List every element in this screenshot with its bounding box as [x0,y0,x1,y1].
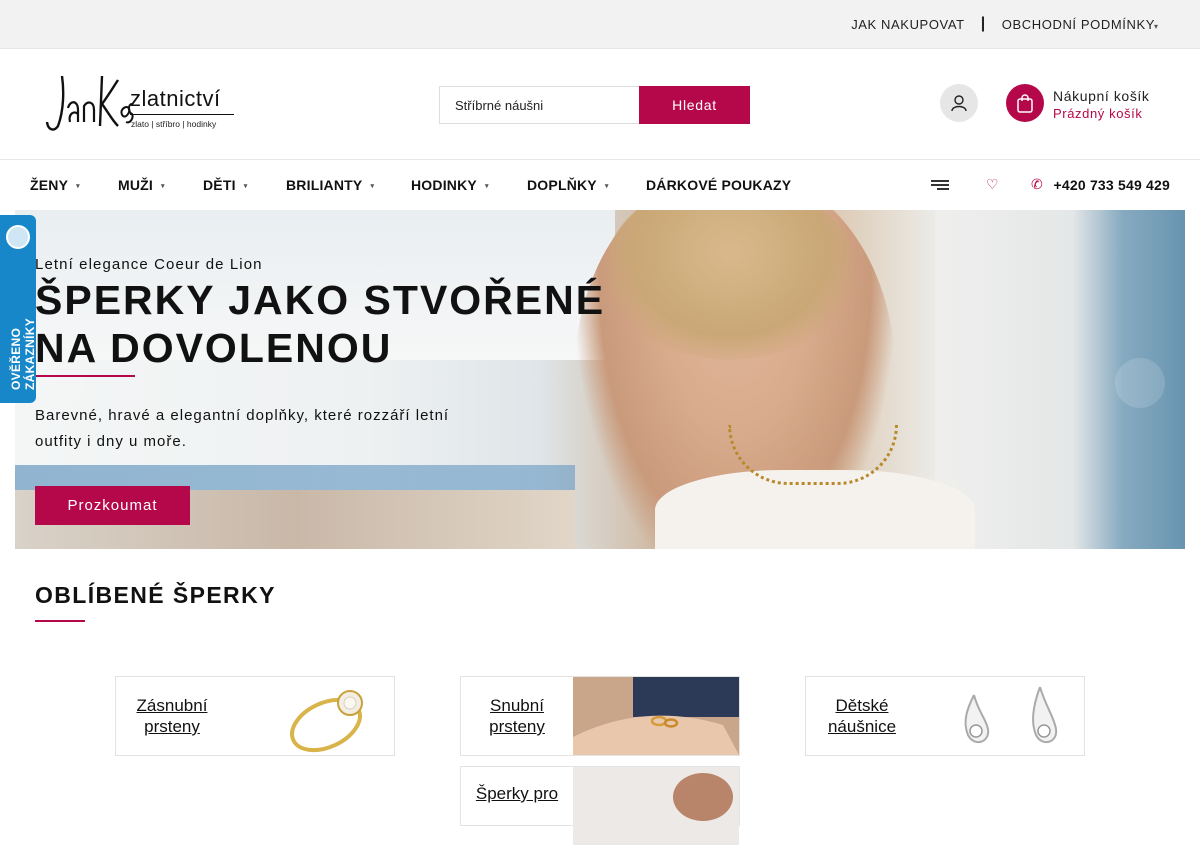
nav-label: BRILIANTY [286,177,363,193]
hero-kicker: Letní elegance Coeur de Lion [35,256,263,273]
nav-label: DOPLŇKY [527,177,597,193]
section-divider [35,620,85,622]
chevron-down-icon[interactable]: ▾ [1154,22,1158,31]
cart-status: Prázdný košík [1053,106,1143,121]
nav-item-doplnky[interactable]: DOPLŇKY ▾ [527,177,609,193]
menu-icon[interactable] [931,180,949,190]
hero-divider [35,375,135,377]
account-button[interactable] [940,84,978,122]
logo-tagline: zlato | stříbro | hodinky [131,119,217,129]
wedding-rings-image [573,677,739,755]
nav-label: ŽENY [30,177,69,193]
heart-icon[interactable]: ♡ [986,176,999,192]
nav-item-gift-vouchers[interactable]: DÁRKOVÉ POUKAZY [646,177,791,193]
category-card-jewelry-for[interactable]: Šperky pro [460,766,740,845]
chevron-down-icon: ▾ [161,183,165,190]
section-title: OBLÍBENÉ ŠPERKY [35,582,276,608]
hero-description: Barevné, hravé a elegantní doplňky, kter… [35,407,450,450]
category-card-engagement-rings[interactable]: Zásnubní prsteny [115,676,395,756]
category-card-kids-earrings[interactable]: Dětské náušnice [805,676,1085,756]
explore-button[interactable]: Prozkoumat [35,486,190,525]
header: zlatnictví zlato | stříbro | hodinky Hle… [0,50,1200,160]
top-bar: JAK NAKUPOVAT | OBCHODNÍ PODMÍNKY ▾ [0,0,1200,49]
category-label[interactable]: Zásnubní prsteny [116,677,228,755]
phone-number[interactable]: +420 733 549 429 [1054,177,1170,193]
nav-item-deti[interactable]: DĚTI ▾ [203,177,247,193]
search-bar: Hledat [439,86,750,124]
chevron-down-icon: ▾ [484,183,489,190]
nav-label: MUŽI [118,177,154,193]
logo-brand: zlatnictví [130,86,221,111]
signature-logo [45,75,134,131]
user-icon [951,95,967,112]
carousel-next-button[interactable] [1115,358,1165,408]
category-label[interactable]: Snubní prsteny [461,677,573,755]
nav-label: HODINKY [411,177,477,193]
chevron-down-icon: ▾ [370,183,375,190]
nav-item-brilianty[interactable]: BRILIANTY ▾ [286,177,374,193]
top-links: JAK NAKUPOVAT | OBCHODNÍ PODMÍNKY [851,15,1155,33]
shopping-bag-icon [1017,94,1033,113]
chevron-down-icon: ▾ [604,183,609,190]
jewelry-image [573,767,739,845]
cart-title: Nákupní košík [1053,88,1150,104]
chevron-down-icon: ▾ [76,183,80,190]
nav-item-zeny[interactable]: ŽENY ▾ [30,177,80,193]
logo[interactable]: zlatnictví zlato | stříbro | hodinky [44,70,244,140]
nav-label: DĚTI [203,177,236,193]
chevron-down-icon: ▾ [243,183,248,190]
nav-label: DÁRKOVÉ POUKAZY [646,177,792,193]
main-nav: ŽENY ▾ MUŽI ▾ DĚTI ▾ BRILIANTY ▾ HODINKY ▾ DO… [0,161,1200,209]
cart-button[interactable] [1006,84,1044,122]
logo-divider [130,114,234,115]
link-separator: | [980,15,986,32]
search-input[interactable] [439,86,639,124]
cart-summary[interactable]: Nákupní košík Prázdný košík [1053,88,1150,122]
category-card-wedding-rings[interactable]: Snubní prsteny [460,676,740,756]
hero-title: ŠPERKY JAKO STVOŘENÉ NA DOVOLENOU [35,277,606,371]
nav-item-muzi[interactable]: MUŽI ▾ [118,177,165,193]
link-terms[interactable]: OBCHODNÍ PODMÍNKY [1002,17,1155,32]
earrings-image [964,686,1058,744]
link-how-to-shop[interactable]: JAK NAKUPOVAT [851,17,965,32]
nav-item-hodinky[interactable]: HODINKY ▾ [411,177,489,193]
search-button[interactable]: Hledat [639,86,750,124]
hero-banner: Letní elegance Coeur de Lion ŠPERKY JAKO… [15,210,1185,549]
category-label[interactable]: Šperky pro [461,767,573,845]
ring-image [290,690,363,753]
category-label[interactable]: Dětské náušnice [806,677,918,755]
seal-icon [6,225,30,249]
phone-icon: ✆ [1031,176,1043,192]
badge-label: OVĚŘENO ZÁKAZNÍKY [9,317,37,390]
verified-customers-badge[interactable]: OVĚŘENO ZÁKAZNÍKY [0,215,37,403]
